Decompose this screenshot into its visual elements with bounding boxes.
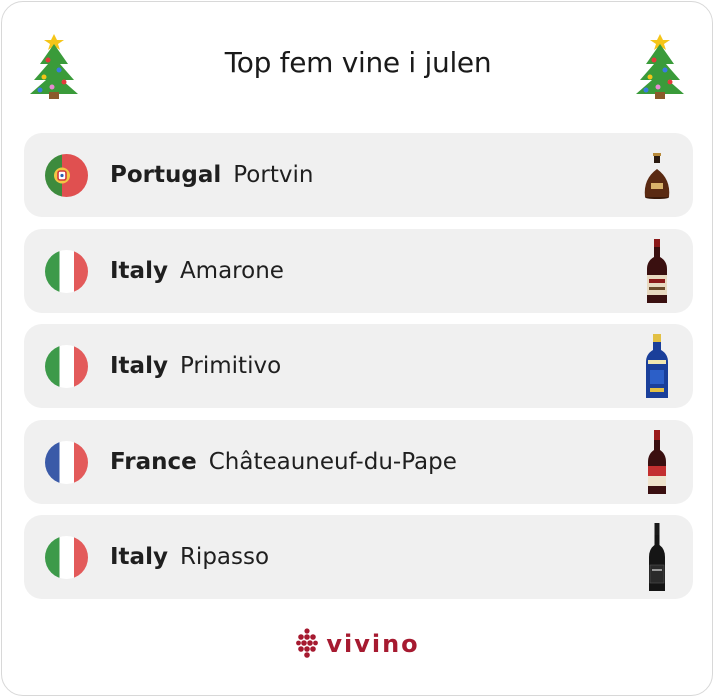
italy-flag-icon	[45, 249, 88, 293]
wine-label: Primitivo	[179, 353, 282, 379]
list-item[interactable]: Portugal Portvin	[24, 133, 693, 217]
country-label: Italy	[110, 544, 168, 570]
country-label: Portugal	[110, 162, 222, 188]
grape-icon	[296, 628, 319, 658]
country-label: Italy	[110, 257, 168, 284]
portugal-flag-icon	[45, 154, 88, 197]
list-item[interactable]: Italy Amarone	[24, 228, 693, 313]
top-wines-card: Top fem vine i julen Portugal Portvin It…	[1, 1, 713, 696]
list-item[interactable]: France Châteauneuf-du-Pape	[24, 419, 693, 504]
red-wine-bottle-icon	[648, 429, 666, 494]
country-label: France	[110, 448, 197, 475]
wine-label: Amarone	[179, 257, 284, 284]
christmas-tree-icon	[636, 34, 684, 99]
brand-name: vivino	[326, 630, 420, 658]
blue-wine-bottle-icon	[646, 334, 668, 398]
cognac-decanter-bottle-icon	[644, 153, 670, 199]
country-label: Italy	[110, 353, 168, 379]
card-header: Top fem vine i julen	[2, 2, 714, 132]
italy-flag-icon	[45, 536, 88, 579]
wine-list: Portugal Portvin Italy Amarone Italy Pri…	[24, 133, 693, 611]
page-title: Top fem vine i julen	[224, 46, 492, 79]
wine-label: Ripasso	[179, 544, 270, 570]
wine-label: Portvin	[233, 162, 314, 188]
wine-label: Châteauneuf-du-Pape	[208, 448, 457, 475]
list-item[interactable]: Italy Primitivo	[24, 324, 693, 408]
dark-wine-bottle-icon	[649, 523, 665, 591]
list-item[interactable]: Italy Ripasso	[24, 515, 693, 599]
red-wine-bottle-icon	[647, 238, 667, 303]
france-flag-icon	[45, 440, 88, 484]
vivino-logo: vivino	[2, 622, 714, 666]
italy-flag-icon	[45, 345, 88, 388]
